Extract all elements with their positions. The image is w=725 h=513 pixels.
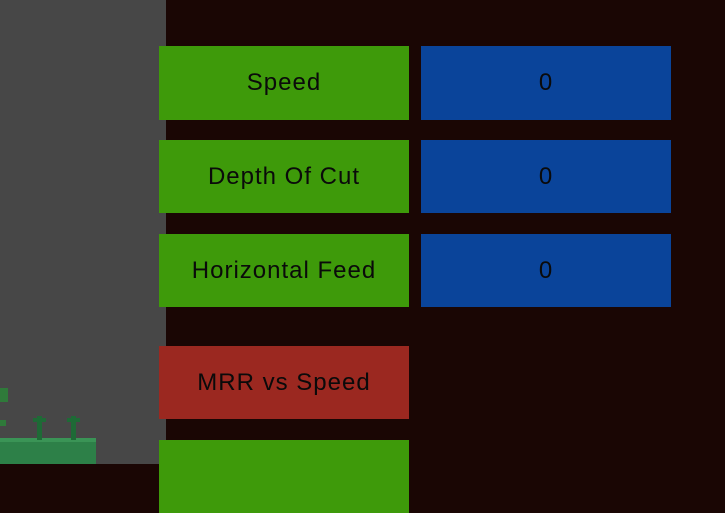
machine-part-edge <box>0 388 8 402</box>
speed-label: Speed <box>246 69 322 96</box>
depth-of-cut-button[interactable]: Depth Of Cut <box>159 140 409 213</box>
mrr-vs-speed-label: MRR vs Speed <box>197 368 371 396</box>
horizontal-feed-button[interactable]: Horizontal Feed <box>159 234 409 307</box>
speed-value: 0 <box>538 69 554 96</box>
mrr-vs-speed-button[interactable]: MRR vs Speed <box>159 346 409 419</box>
horizontal-feed-value: 0 <box>538 256 554 284</box>
depth-of-cut-value: 0 <box>538 162 554 190</box>
milling-machine-model <box>0 388 96 464</box>
3d-viewport[interactable] <box>0 0 166 464</box>
depth-of-cut-value-field[interactable]: 0 <box>421 140 671 213</box>
speed-value-field[interactable]: 0 <box>421 46 671 120</box>
machine-base <box>0 440 96 464</box>
horizontal-feed-value-field[interactable]: 0 <box>421 234 671 307</box>
graph-button-partial[interactable] <box>159 440 409 513</box>
horizontal-feed-label: Horizontal Feed <box>191 256 377 284</box>
depth-of-cut-label: Depth Of Cut <box>207 162 361 190</box>
speed-button[interactable]: Speed <box>159 46 409 120</box>
